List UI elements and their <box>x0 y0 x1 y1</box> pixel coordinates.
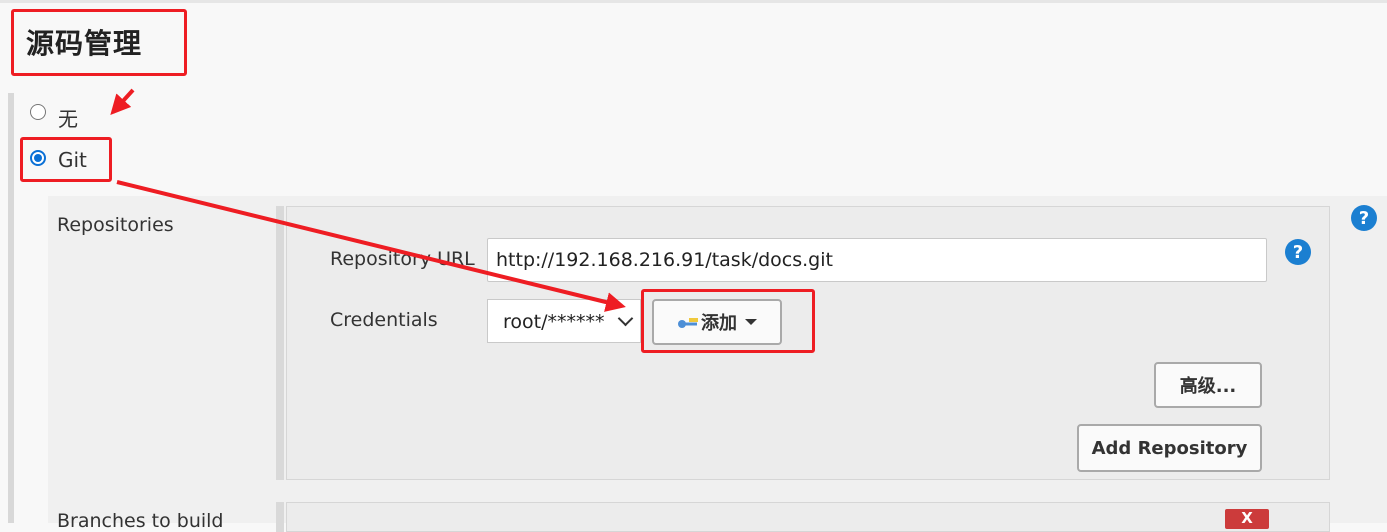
annotation-arrow-to-add <box>116 180 626 312</box>
annotation-arrows <box>110 88 626 312</box>
annotation-arrow-to-git <box>110 88 135 115</box>
